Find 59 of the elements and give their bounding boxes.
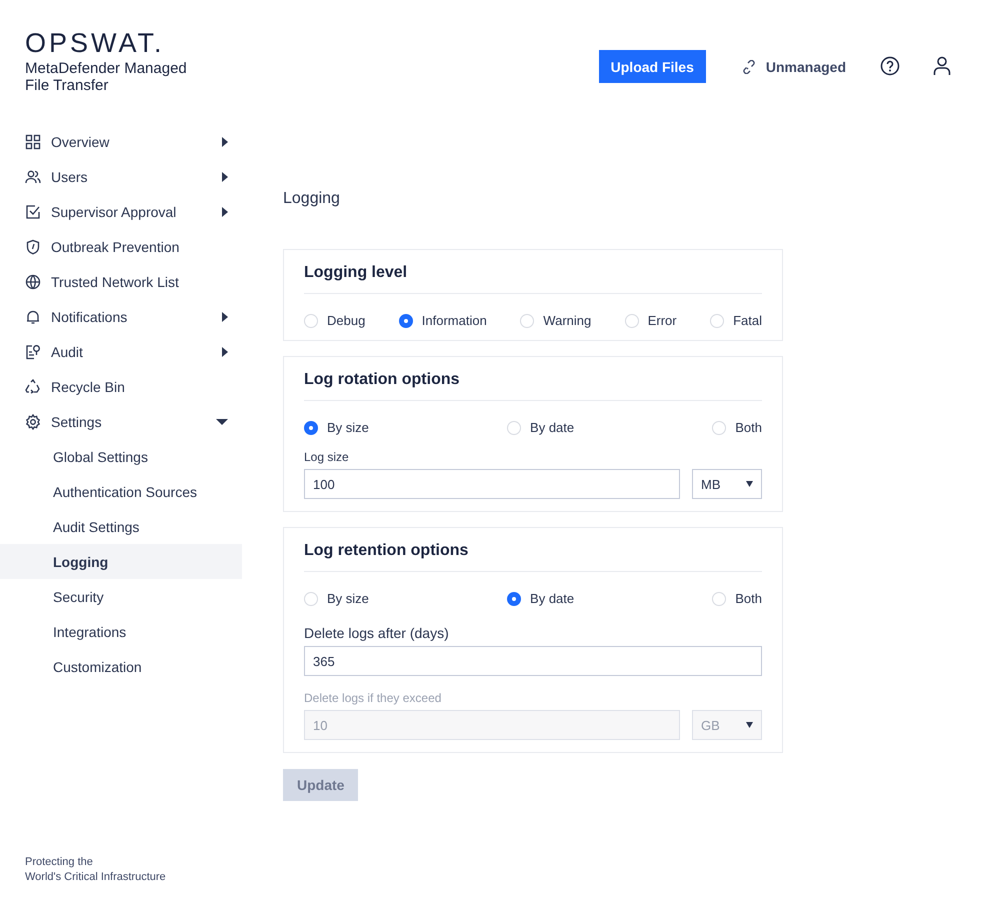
globe-icon bbox=[25, 274, 41, 290]
caret-down-icon bbox=[746, 481, 753, 487]
sidebar-subitem[interactable]: Logging bbox=[0, 544, 242, 579]
sidebar-item[interactable]: Overview bbox=[0, 124, 242, 159]
sidebar-item[interactable]: Recycle Bin bbox=[0, 369, 242, 404]
radio-button[interactable] bbox=[304, 420, 318, 434]
field-label: Delete logs if they exceed bbox=[304, 691, 442, 705]
radio-option[interactable]: By size bbox=[304, 420, 369, 435]
sidebar-subitem[interactable]: Authentication Sources bbox=[0, 474, 242, 509]
radio-option[interactable]: By date bbox=[507, 420, 574, 435]
sidebar-subitem[interactable]: Audit Settings bbox=[0, 509, 242, 544]
radio-option[interactable]: Debug bbox=[304, 313, 366, 328]
radio-option[interactable]: By size bbox=[304, 591, 369, 606]
card-title: Logging level bbox=[304, 250, 762, 294]
sidebar-item[interactable]: Audit bbox=[0, 334, 242, 369]
radio-option[interactable]: Warning bbox=[520, 313, 592, 328]
radio-option[interactable]: Fatal bbox=[710, 313, 762, 328]
radio-button[interactable] bbox=[507, 592, 522, 606]
sidebar-item[interactable]: Trusted Network List bbox=[0, 264, 242, 299]
input-field[interactable]: 100 bbox=[304, 469, 680, 499]
sidebar-item[interactable]: Settings bbox=[0, 404, 242, 439]
user-icon[interactable] bbox=[933, 56, 951, 76]
grid-icon bbox=[25, 134, 41, 150]
mode-link[interactable]: Unmanaged bbox=[742, 50, 846, 83]
checklist-icon bbox=[25, 204, 41, 220]
sidebar-item[interactable]: Users bbox=[0, 159, 242, 194]
caret-down-icon bbox=[746, 722, 753, 728]
field-label: Delete logs after (days) bbox=[304, 625, 450, 641]
radio-option[interactable]: By date bbox=[507, 591, 574, 606]
gear-icon bbox=[25, 414, 41, 430]
audit-icon bbox=[25, 344, 41, 360]
upload-button[interactable]: Upload Files bbox=[598, 50, 706, 83]
radio-option[interactable]: Information bbox=[398, 313, 487, 328]
radio-option[interactable]: Error bbox=[624, 313, 677, 328]
recycle-icon bbox=[25, 378, 41, 394]
unit-dropdown[interactable]: MB bbox=[692, 469, 762, 499]
input-field[interactable]: 365 bbox=[304, 646, 762, 676]
sidebar-item[interactable]: Notifications bbox=[0, 299, 242, 334]
shield-icon bbox=[25, 238, 41, 254]
radio-option[interactable]: Both bbox=[712, 420, 762, 435]
help-icon[interactable] bbox=[880, 56, 900, 76]
radio-button[interactable] bbox=[398, 314, 413, 328]
sidebar-subitem[interactable]: Customization bbox=[0, 649, 242, 684]
sidebar-item[interactable]: Outbreak Prevention bbox=[0, 229, 242, 264]
sidebar-subitem[interactable]: Integrations bbox=[0, 614, 242, 649]
tagline: Protecting the World's Critical Infrastructure bbox=[24, 855, 167, 885]
radio-option[interactable]: Both bbox=[712, 591, 762, 606]
broken-link-icon bbox=[742, 60, 756, 74]
users-icon bbox=[25, 168, 41, 184]
sidebar-subitem[interactable]: Global Settings bbox=[0, 439, 242, 474]
card-title: Log rotation options bbox=[304, 357, 762, 401]
page-title: Logging bbox=[283, 190, 341, 208]
sidebar-subitem[interactable]: Security bbox=[0, 579, 242, 614]
card-title: Log retention options bbox=[304, 528, 762, 572]
logo: OPSWAT. bbox=[25, 30, 166, 56]
bell-icon bbox=[25, 308, 41, 324]
field-label: Log size bbox=[304, 450, 350, 464]
sidebar-item[interactable]: Supervisor Approval bbox=[0, 194, 242, 229]
product-name: MetaDefender Managed File Transfer bbox=[25, 60, 188, 94]
